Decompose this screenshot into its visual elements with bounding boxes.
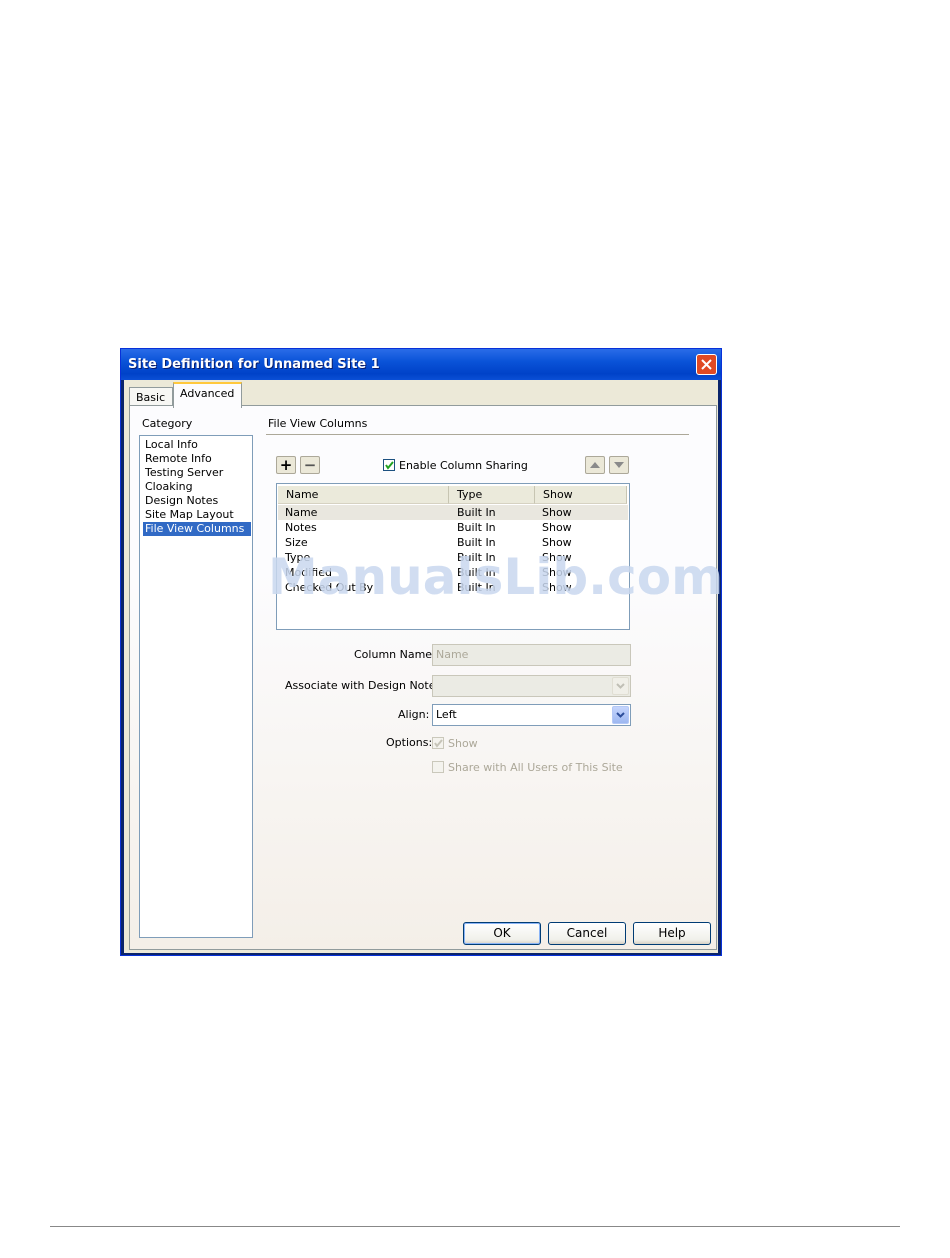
checkmark-icon (434, 739, 443, 748)
design-note-dropdown-button[interactable] (612, 677, 629, 695)
move-down-button[interactable] (609, 456, 629, 474)
cancel-button[interactable]: Cancel (548, 922, 626, 945)
minus-icon: − (303, 456, 317, 474)
table-row[interactable]: Notes Built In Show (278, 520, 628, 535)
show-label: Show (448, 737, 478, 750)
share-label: Share with All Users of This Site (448, 761, 623, 774)
design-note-select[interactable] (432, 675, 631, 697)
checkmark-icon (385, 461, 394, 470)
category-file-view-columns[interactable]: File View Columns (143, 522, 251, 536)
row-type: Built In (457, 521, 496, 534)
enable-column-sharing-checkbox[interactable] (383, 459, 395, 471)
close-icon (701, 359, 712, 370)
category-list[interactable]: Local Info Remote Info Testing Server Cl… (139, 435, 253, 938)
chevron-down-icon (616, 712, 625, 718)
row-type: Built In (457, 506, 496, 519)
row-show: Show (542, 521, 572, 534)
plus-icon: + (279, 456, 293, 474)
site-definition-dialog: Site Definition for Unnamed Site 1 Basic… (120, 348, 722, 956)
triangle-up-icon (590, 462, 600, 468)
category-cloaking[interactable]: Cloaking (143, 480, 195, 494)
title-bar[interactable]: Site Definition for Unnamed Site 1 (121, 349, 721, 380)
page-footer-rule (50, 1226, 900, 1227)
section-divider (266, 434, 689, 435)
align-dropdown-button[interactable] (612, 706, 629, 724)
dialog-body: Basic Advanced Category Local Info Remot… (124, 380, 718, 953)
tab-advanced[interactable]: Advanced (173, 382, 242, 408)
header-name[interactable]: Name (278, 486, 449, 504)
align-select[interactable]: Left (432, 704, 631, 726)
add-column-button[interactable]: + (276, 456, 296, 474)
share-checkbox[interactable] (432, 761, 444, 773)
align-value: Left (436, 708, 457, 721)
triangle-down-icon (614, 462, 624, 468)
row-name: Name (285, 506, 318, 519)
watermark: ManualsLib.com (268, 548, 724, 606)
row-name: Notes (285, 521, 317, 534)
category-remote-info[interactable]: Remote Info (143, 452, 214, 466)
category-site-map-layout[interactable]: Site Map Layout (143, 508, 236, 522)
options-label: Options: (386, 736, 433, 749)
design-note-label: Associate with Design Note: (285, 679, 440, 692)
header-show[interactable]: Show (535, 486, 627, 504)
move-up-button[interactable] (585, 456, 605, 474)
column-name-field[interactable]: Name (432, 644, 631, 666)
category-label: Category (142, 417, 193, 430)
category-testing-server[interactable]: Testing Server (143, 466, 225, 480)
remove-column-button[interactable]: − (300, 456, 320, 474)
table-row[interactable]: Name Built In Show (278, 505, 628, 520)
chevron-down-icon (616, 683, 625, 689)
ok-button[interactable]: OK (463, 922, 541, 945)
dialog-title: Site Definition for Unnamed Site 1 (128, 357, 380, 372)
category-local-info[interactable]: Local Info (143, 438, 200, 452)
help-button[interactable]: Help (633, 922, 711, 945)
tab-panel: Category Local Info Remote Info Testing … (129, 405, 717, 950)
close-button[interactable] (696, 354, 717, 375)
align-label: Align: (398, 708, 430, 721)
tab-basic[interactable]: Basic (129, 387, 173, 407)
header-type[interactable]: Type (449, 486, 535, 504)
show-checkbox[interactable] (432, 737, 444, 749)
column-name-label: Column Name: (354, 648, 436, 661)
category-design-notes[interactable]: Design Notes (143, 494, 220, 508)
section-title: File View Columns (268, 417, 368, 430)
enable-column-sharing-label: Enable Column Sharing (399, 459, 528, 472)
row-show: Show (542, 506, 572, 519)
